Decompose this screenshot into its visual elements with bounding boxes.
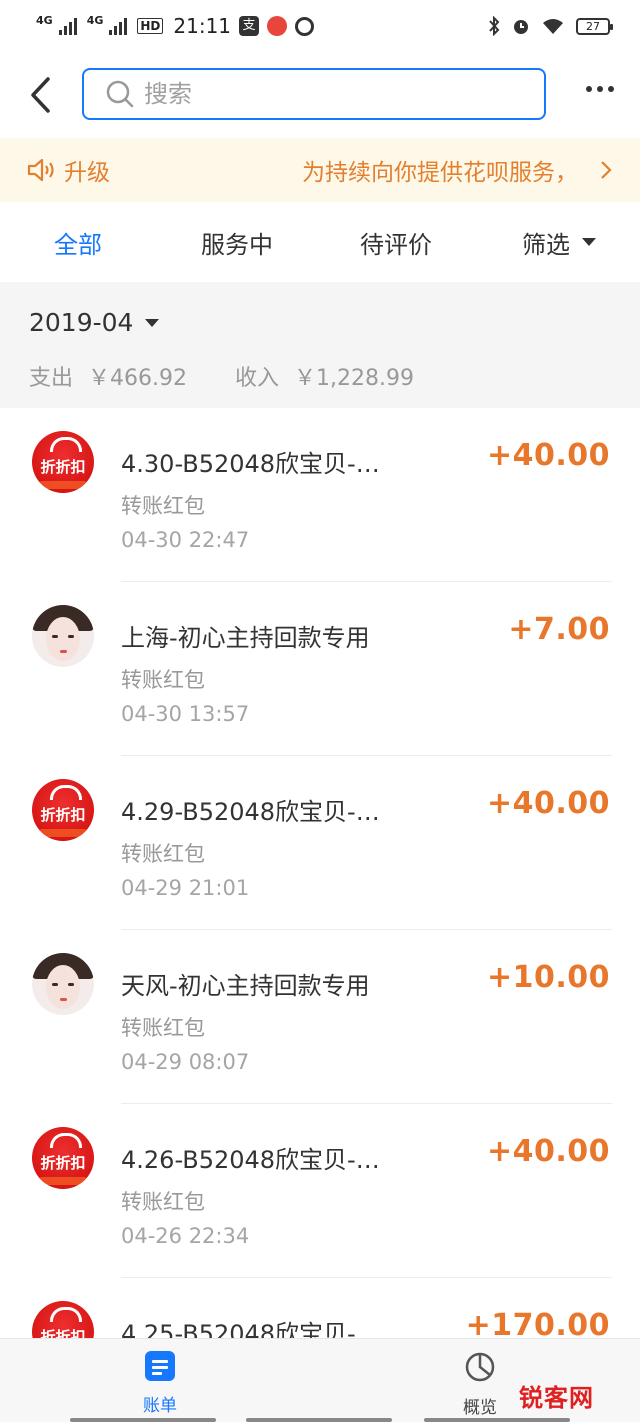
search-input[interactable]: [144, 80, 524, 108]
bluetooth-icon: [489, 16, 500, 36]
status-bar: 4G 4G HD 21:11 支 27: [0, 0, 640, 52]
app-notification-icon: [267, 16, 288, 36]
signal-icon-2: [109, 17, 128, 35]
transaction-time: 04-29 08:07: [121, 1050, 250, 1074]
transaction-title: 4.30-B52048欣宝贝-…: [121, 450, 380, 478]
tab-filter[interactable]: 筛选: [522, 225, 596, 260]
more-dot-icon: [586, 86, 592, 92]
dropdown-triangle-icon: [145, 318, 160, 327]
shop-avatar-text: 折折扣: [40, 1153, 86, 1172]
notice-text-left: 升级: [64, 160, 110, 186]
tab-in-service[interactable]: 服务中: [201, 225, 273, 260]
shop-avatar: 折折扣: [32, 1301, 94, 1338]
transaction-time: 04-26 22:34: [121, 1224, 250, 1248]
transaction-row[interactable]: 折折扣 4.25-B52048欣宝贝-… +170.00: [0, 1278, 640, 1338]
transaction-row[interactable]: 折折扣 4.26-B52048欣宝贝-… 转账红包 04-26 22:34 +4…: [0, 1104, 640, 1278]
tab-bill[interactable]: 账单: [130, 1351, 190, 1416]
search-icon: [106, 80, 134, 108]
more-dot-icon: [608, 86, 614, 92]
alarm-icon: [514, 20, 528, 34]
shop-avatar: 折折扣: [32, 779, 94, 841]
back-arrow-icon: [31, 77, 50, 113]
tab-pending-review[interactable]: 待评价: [360, 225, 432, 260]
hd-icon: HD: [137, 18, 164, 34]
transaction-row[interactable]: 折折扣 4.30-B52048欣宝贝-… 转账红包 04-30 22:47 +4…: [0, 408, 640, 582]
shop-avatar-text: 折折扣: [40, 457, 86, 476]
transaction-list: 折折扣 4.30-B52048欣宝贝-… 转账红包 04-30 22:47 +4…: [0, 408, 640, 1338]
battery-icon: 27: [576, 17, 613, 35]
dropdown-triangle-icon: [582, 238, 596, 246]
filter-tabs: 全部 服务中 待评价 筛选: [0, 202, 640, 282]
gesture-bar: [246, 1418, 392, 1422]
income-value: ￥1,228.99: [294, 366, 414, 391]
shop-avatar-text: 折折扣: [40, 1327, 86, 1339]
transaction-time: 04-29 21:01: [121, 876, 250, 900]
wifi-icon: [543, 19, 563, 34]
shop-avatar-text: 折折扣: [40, 805, 86, 824]
transaction-amount: +10.00: [486, 960, 610, 995]
shop-avatar: 折折扣: [32, 1127, 94, 1189]
notice-text-right: 为持续向你提供花呗服务，: [302, 160, 578, 186]
nav-bar: [0, 52, 640, 138]
transaction-title: 天风-初心主持回款专用: [121, 972, 370, 1000]
chevron-right-icon: [601, 161, 612, 179]
browser-notification-icon: [295, 16, 315, 36]
transaction-amount: +40.00: [486, 1134, 610, 1169]
search-box[interactable]: [82, 68, 546, 120]
tab-bill-label: 账单: [143, 1396, 177, 1416]
month-picker[interactable]: 2019-04: [29, 308, 160, 337]
gesture-bar: [70, 1418, 216, 1422]
transaction-title: 4.25-B52048欣宝贝-…: [121, 1320, 380, 1338]
transaction-row[interactable]: 折折扣 4.29-B52048欣宝贝-… 转账红包 04-29 21:01 +4…: [0, 756, 640, 930]
bill-icon: [145, 1351, 175, 1381]
speaker-icon: [27, 158, 54, 182]
network-type-2: 4G: [86, 13, 104, 27]
month-summary: 支出 ￥466.92 收入 ￥1,228.99: [29, 360, 422, 392]
transaction-title: 4.26-B52048欣宝贝-…: [121, 1146, 380, 1174]
alipay-notification-icon: 支: [239, 16, 260, 36]
transaction-amount: +7.00: [508, 612, 610, 647]
tab-filter-label: 筛选: [522, 230, 570, 259]
shop-avatar: 折折扣: [32, 431, 94, 493]
gesture-bar: [424, 1418, 570, 1422]
status-time: 21:11: [173, 14, 232, 38]
more-dot-icon: [597, 86, 603, 92]
transaction-type: 转账红包: [121, 842, 205, 866]
transaction-type: 转账红包: [121, 1190, 205, 1214]
tab-overview[interactable]: 概览: [450, 1351, 510, 1418]
transaction-row[interactable]: 天风-初心主持回款专用 转账红包 04-29 08:07 +10.00: [0, 930, 640, 1104]
watermark: 锐客网: [519, 1384, 594, 1412]
signal-icon: [58, 17, 77, 35]
tab-overview-label: 概览: [463, 1398, 497, 1418]
transaction-amount: +40.00: [486, 438, 610, 473]
notice-bar[interactable]: 升级 为持续向你提供花呗服务，: [0, 138, 640, 202]
month-label: 2019-04: [29, 308, 134, 337]
transaction-title: 上海-初心主持回款专用: [121, 624, 370, 652]
transaction-title: 4.29-B52048欣宝贝-…: [121, 798, 380, 826]
transaction-time: 04-30 22:47: [121, 528, 250, 552]
expense-label: 支出: [29, 366, 74, 391]
expense-value: ￥466.92: [88, 366, 187, 391]
month-header: 2019-04 支出 ￥466.92 收入 ￥1,228.99: [0, 282, 640, 408]
user-avatar: [32, 605, 94, 667]
transaction-type: 转账红包: [121, 494, 205, 518]
user-avatar: [32, 953, 94, 1015]
transaction-amount: +40.00: [486, 786, 610, 821]
pie-chart-icon: [465, 1352, 495, 1382]
transaction-type: 转账红包: [121, 668, 205, 692]
back-button[interactable]: [0, 52, 80, 138]
income-label: 收入: [235, 366, 280, 391]
tab-all[interactable]: 全部: [54, 225, 102, 260]
transaction-type: 转账红包: [121, 1016, 205, 1040]
transaction-row[interactable]: 上海-初心主持回款专用 转账红包 04-30 13:57 +7.00: [0, 582, 640, 756]
network-type: 4G: [36, 13, 53, 27]
transaction-amount: +170.00: [465, 1308, 610, 1338]
more-button[interactable]: [586, 86, 614, 92]
transaction-time: 04-30 13:57: [121, 702, 250, 726]
